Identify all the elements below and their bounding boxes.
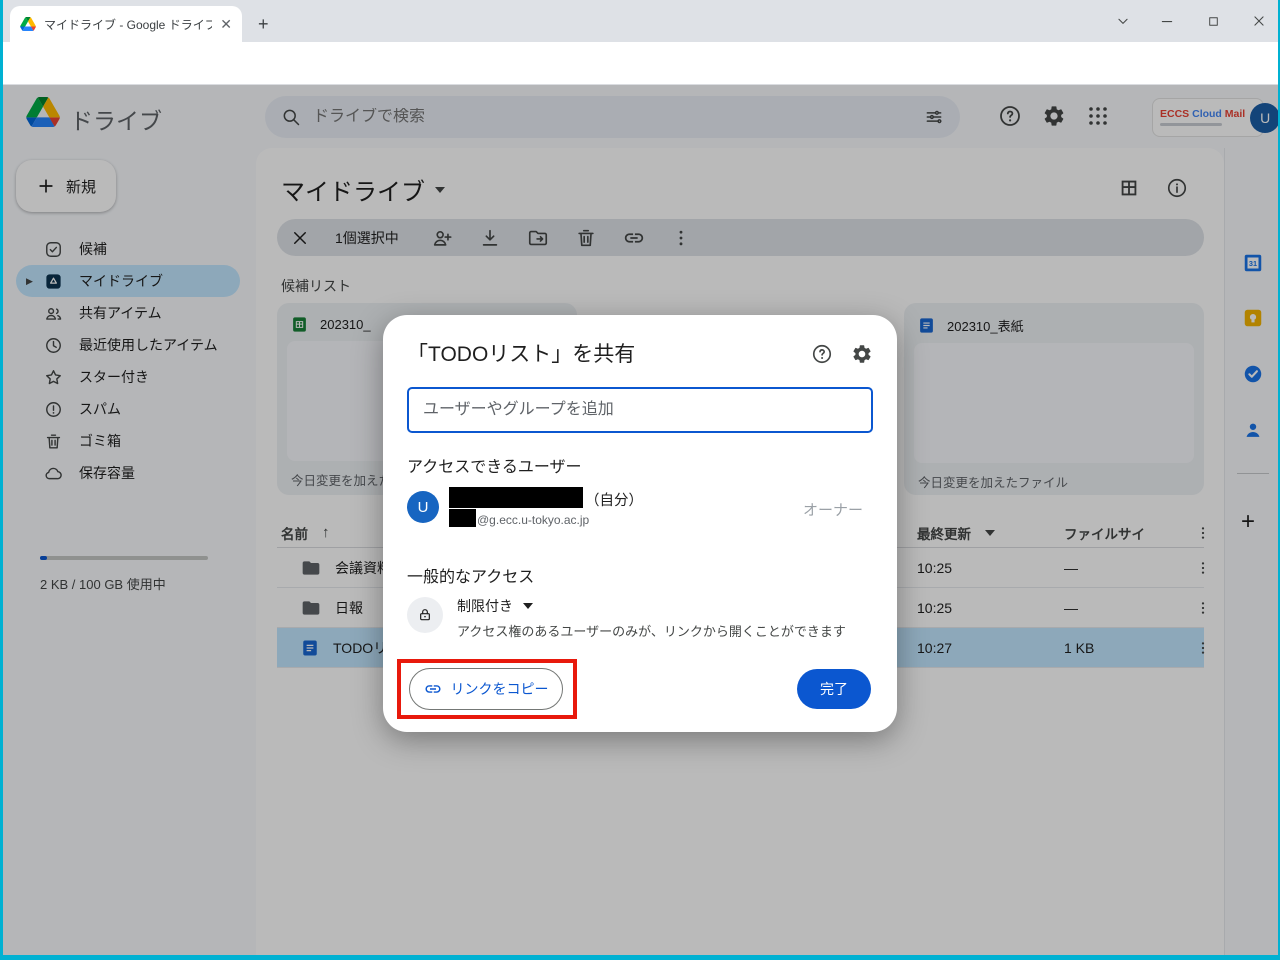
browser-tab[interactable]: マイドライブ - Google ドライブ ✕ [10, 6, 242, 42]
dialog-settings-icon[interactable] [851, 343, 873, 365]
dialog-help-icon[interactable] [811, 343, 833, 365]
tab-close-icon[interactable]: ✕ [220, 16, 232, 33]
add-people-input[interactable] [407, 387, 873, 433]
done-button[interactable]: 完了 [797, 669, 871, 709]
dropdown-caret-icon [523, 603, 533, 609]
tab-title: マイドライブ - Google ドライブ [44, 16, 212, 33]
general-access-label: 一般的なアクセス [407, 563, 534, 587]
window-maximize-button[interactable] [1198, 8, 1228, 34]
window-minimize-button[interactable] [1152, 8, 1182, 34]
window-close-button[interactable] [1244, 8, 1274, 34]
owner-avatar: U [407, 491, 439, 523]
restricted-dropdown[interactable]: 制限付き [457, 596, 533, 616]
annotation-highlight-box [397, 659, 577, 719]
owner-role-label: オーナー [803, 499, 863, 520]
browser-toolbar: drive.google.com/drive/my-drive U [0, 42, 1280, 85]
dialog-title: 「TODOリスト」を共有 [407, 338, 635, 368]
general-access-row: 制限付き アクセス権のあるユーザーのみが、リンクから開くことができます [407, 593, 873, 655]
owner-row[interactable]: U （自分） @g.ecc.u-tokyo.ac.jp オーナー [407, 487, 873, 535]
restricted-description: アクセス権のあるユーザーのみが、リンクから開くことができます [457, 621, 846, 640]
lock-badge[interactable] [407, 597, 443, 633]
access-section-label: アクセスできるユーザー [407, 453, 582, 477]
drive-favicon [20, 17, 36, 31]
tab-search-icon[interactable] [1108, 8, 1138, 34]
redacted-email-user [449, 509, 476, 527]
redacted-owner-name [449, 487, 583, 508]
owner-email-suffix: @g.ecc.u-tokyo.ac.jp [477, 513, 589, 527]
owner-self-label: （自分） [585, 489, 643, 510]
new-tab-button[interactable]: + [258, 14, 269, 35]
screen: マイドライブ - Google ドライブ ✕ + drive.google.co… [0, 0, 1280, 960]
browser-tab-bar: マイドライブ - Google ドライブ ✕ + [0, 0, 1280, 42]
lock-icon [417, 607, 433, 623]
